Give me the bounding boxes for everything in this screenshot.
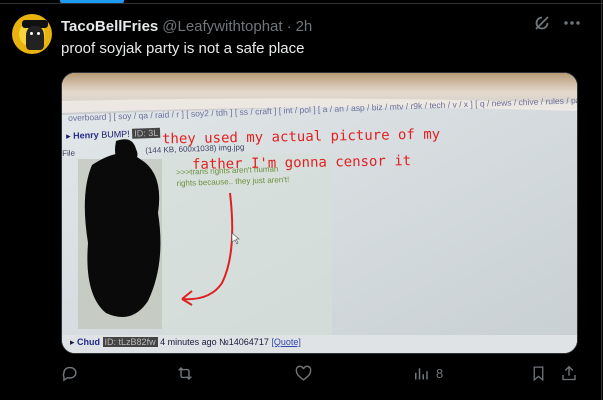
tweet-top-icons	[533, 14, 581, 32]
retweet-button[interactable]	[175, 364, 195, 383]
share-icon	[560, 364, 578, 383]
bookmark-icon	[530, 364, 547, 383]
tweet-media[interactable]: overboard ] [ soy / qa / raid / r ] [ so…	[61, 72, 578, 354]
post-id: ID: 3L	[132, 127, 161, 139]
avatar-eye-left	[30, 32, 33, 35]
avatar-face	[26, 26, 44, 50]
file-label: File	[62, 148, 76, 158]
reply-name: Chud	[77, 337, 101, 347]
retweet-icon	[175, 364, 195, 383]
views-count: 8	[436, 366, 444, 381]
user-handle[interactable]: @Leafywithtophat	[162, 18, 282, 35]
share-button[interactable]	[560, 364, 578, 383]
divider	[0, 3, 603, 4]
grok-icon[interactable]	[533, 14, 551, 32]
like-button[interactable]	[294, 364, 313, 383]
column-border	[601, 0, 602, 400]
post-bump: BUMP!	[101, 128, 130, 140]
action-bar: 8	[0, 364, 603, 390]
reply-id: ID: tLzB82fw	[102, 337, 158, 347]
tweet-text: proof soyjak party is not a safe place	[61, 40, 305, 57]
analytics-icon	[412, 364, 430, 383]
views-button[interactable]: 8	[412, 364, 443, 383]
timestamp[interactable]: 2h	[296, 18, 313, 35]
separator-dot: ·	[286, 17, 292, 35]
more-icon[interactable]	[563, 20, 581, 26]
avatar-eye-right	[37, 32, 40, 35]
post-name: Henry	[73, 129, 99, 141]
reply-meta: 4 minutes ago №14064717	[160, 337, 269, 347]
reply-header: ▸ Chud ID: tLzB82fw 4 minutes ago №14064…	[70, 337, 301, 347]
reply-button[interactable]	[60, 364, 79, 383]
bookmark-button[interactable]	[530, 364, 547, 383]
display-name[interactable]: TacoBellFries	[61, 18, 158, 35]
reply-icon	[60, 364, 79, 383]
tweet-header: TacoBellFries @Leafywithtophat · 2h	[61, 16, 312, 36]
avatar[interactable]	[12, 14, 52, 54]
heart-icon	[294, 364, 313, 383]
reply-quote: [Quote]	[271, 337, 301, 347]
